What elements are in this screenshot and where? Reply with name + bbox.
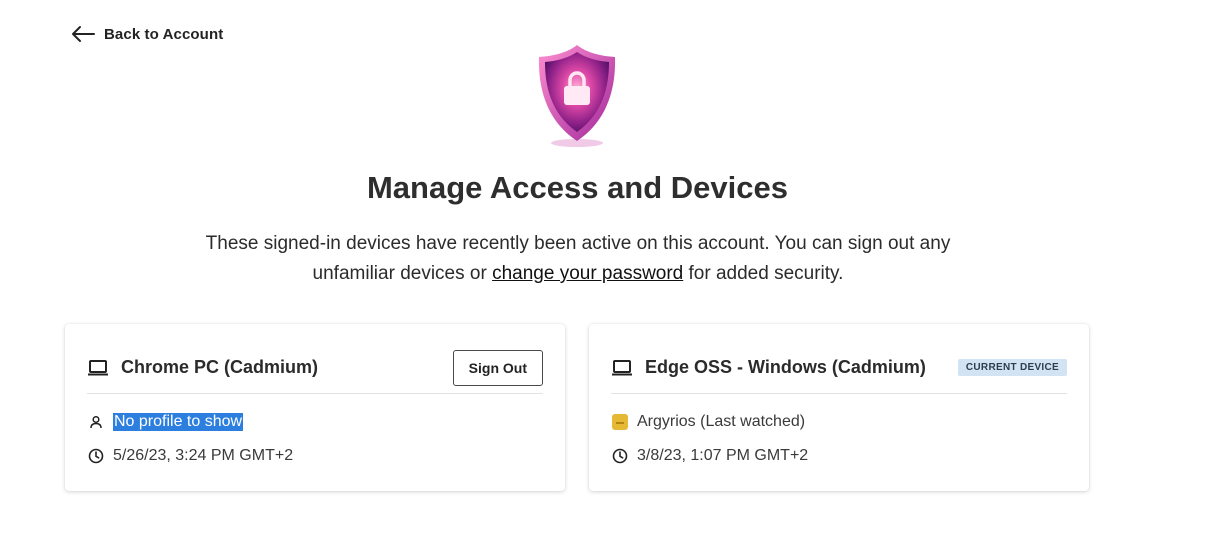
clock-icon — [87, 447, 105, 465]
arrow-left-icon — [72, 26, 95, 42]
last-active-text: 3/8/23, 1:07 PM GMT+2 — [637, 447, 809, 464]
profile-text: No profile to show — [113, 413, 244, 431]
current-device-badge: CURRENT DEVICE — [957, 359, 1067, 376]
user-icon — [87, 413, 105, 431]
profile-avatar-icon — [611, 413, 629, 431]
back-link-label: Back to Account — [104, 25, 224, 43]
laptop-icon — [88, 359, 108, 375]
device-profile-row: Argyrios (Last watched) — [611, 413, 805, 431]
page-title: Manage Access and Devices — [366, 170, 788, 205]
profile-text: Argyrios (Last watched) — [637, 413, 806, 430]
device-card-chrome-pc: Chrome PC (Cadmium) Sign Out No profile … — [65, 324, 565, 491]
device-card-edge-windows: Edge OSS - Windows (Cadmium) CURRENT DEV… — [589, 324, 1089, 491]
device-name: Chrome PC (Cadmium) — [121, 357, 319, 377]
device-profile-row: No profile to show — [87, 413, 244, 431]
laptop-icon — [612, 359, 632, 375]
last-active-text: 5/26/23, 3:24 PM GMT+2 — [113, 447, 294, 464]
change-password-link[interactable]: change your password — [492, 263, 683, 284]
clock-icon — [611, 447, 629, 465]
device-last-active-row: 5/26/23, 3:24 PM GMT+2 — [87, 447, 293, 465]
description-text-end: for added security. — [683, 263, 844, 284]
back-to-account-link[interactable]: Back to Account — [70, 24, 223, 44]
page-description: These signed-in devices have recently be… — [192, 229, 964, 289]
device-name: Edge OSS - Windows (Cadmium) — [645, 357, 926, 377]
security-shield-icon — [538, 45, 616, 147]
device-card-header: Edge OSS - Windows (Cadmium) CURRENT DEV… — [611, 344, 1067, 394]
device-last-active-row: 3/8/23, 1:07 PM GMT+2 — [611, 447, 808, 465]
device-card-header: Chrome PC (Cadmium) Sign Out — [87, 344, 543, 394]
sign-out-button[interactable]: Sign Out — [452, 349, 543, 386]
